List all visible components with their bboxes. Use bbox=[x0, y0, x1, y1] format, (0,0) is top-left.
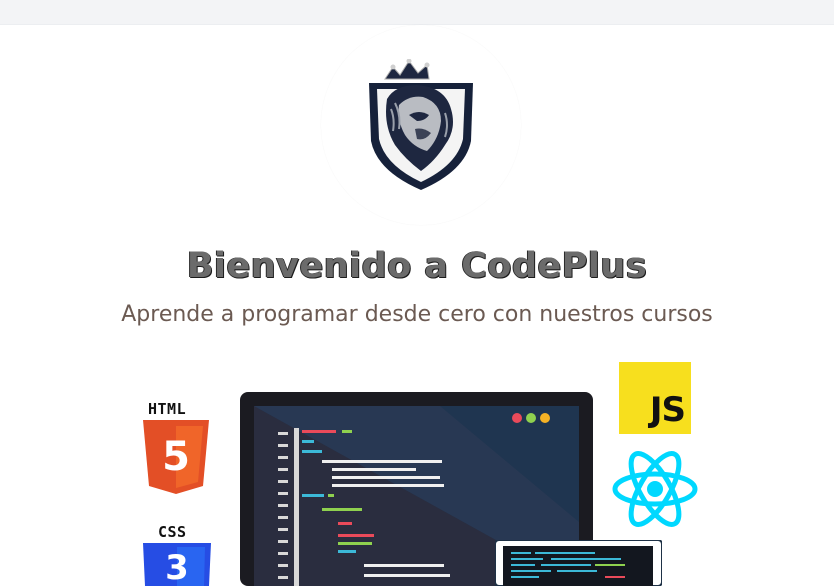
laptop-screen bbox=[495, 540, 662, 586]
js-label: JS bbox=[649, 390, 686, 430]
html-label: HTML bbox=[148, 400, 187, 418]
react-icon bbox=[612, 451, 698, 527]
logo[interactable] bbox=[321, 25, 521, 225]
css3-number: 3 bbox=[165, 548, 189, 586]
page-subtitle: Aprende a programar desde cero con nuest… bbox=[121, 302, 713, 327]
top-bar bbox=[0, 0, 834, 25]
html5-number: 5 bbox=[162, 434, 190, 480]
css3-badge: CSS bbox=[158, 523, 187, 541]
hero-illustration: HTML 5 CSS 3 JS bbox=[0, 355, 834, 586]
page-title: Bienvenido a CodePlus bbox=[186, 246, 648, 286]
js-badge: JS bbox=[619, 362, 691, 434]
html5-icon: 5 bbox=[143, 420, 209, 494]
lion-crest-icon bbox=[369, 59, 473, 190]
html5-badge: HTML bbox=[148, 400, 186, 418]
css-label: CSS bbox=[158, 523, 187, 541]
css3-icon: 3 bbox=[143, 543, 211, 586]
